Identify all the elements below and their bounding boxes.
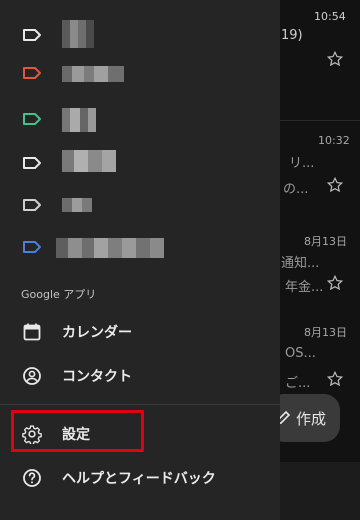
drawer-item-label: ヘルプとフィードバック (62, 471, 216, 487)
drawer-item-label: コンタクト (62, 369, 132, 385)
drawer-label-item[interactable] (0, 52, 280, 96)
bottom-bar (280, 462, 360, 520)
calendar-icon (23, 323, 41, 341)
email-time: 8月13日 (304, 326, 347, 339)
navigation-drawer: Google アプリ カレンダー コンタクト 設定 ヘルプとフィードバック (0, 0, 280, 520)
redacted-label (62, 198, 92, 212)
email-snippet: リ... (289, 156, 315, 171)
email-time: 10:32 (318, 134, 350, 147)
star-icon[interactable] (326, 274, 344, 292)
redacted-label (62, 66, 124, 82)
section-header-google-apps: Google アプリ (21, 288, 97, 301)
compose-label: 作成 (295, 409, 326, 428)
drawer-label-item[interactable] (0, 98, 280, 142)
drawer-item-contacts[interactable]: コンタクト (0, 354, 280, 398)
redacted-label (62, 108, 96, 132)
drawer-label-item[interactable] (0, 184, 280, 228)
help-icon (23, 469, 41, 487)
label-icon (23, 67, 41, 79)
email-snippet: 年金... (285, 280, 324, 295)
redacted-label (56, 238, 164, 258)
star-icon[interactable] (326, 370, 344, 388)
email-snippet: ご... (285, 376, 311, 391)
divider (280, 120, 360, 121)
contacts-icon (23, 367, 41, 385)
label-icon (23, 157, 41, 169)
drawer-divider (0, 404, 280, 405)
redacted-label (62, 20, 94, 48)
email-snippet: 19) (281, 28, 303, 43)
star-icon[interactable] (326, 176, 344, 194)
email-time: 10:54 (314, 10, 346, 23)
label-icon (23, 113, 41, 125)
email-snippet: 通知... (281, 256, 320, 271)
drawer-label-item[interactable] (0, 226, 280, 270)
email-snippet: OS... (285, 346, 316, 361)
drawer-item-label: カレンダー (62, 325, 132, 341)
star-icon[interactable] (326, 50, 344, 68)
label-icon (23, 29, 41, 41)
label-icon (23, 199, 41, 211)
drawer-item-help[interactable]: ヘルプとフィードバック (0, 456, 280, 500)
drawer-item-calendar[interactable]: カレンダー (0, 310, 280, 354)
label-icon (23, 241, 41, 253)
email-snippet: の... (283, 182, 309, 197)
settings-highlight-box (11, 410, 144, 452)
email-time: 8月13日 (304, 235, 347, 248)
drawer-label-item[interactable] (0, 142, 280, 186)
redacted-label (62, 150, 116, 172)
